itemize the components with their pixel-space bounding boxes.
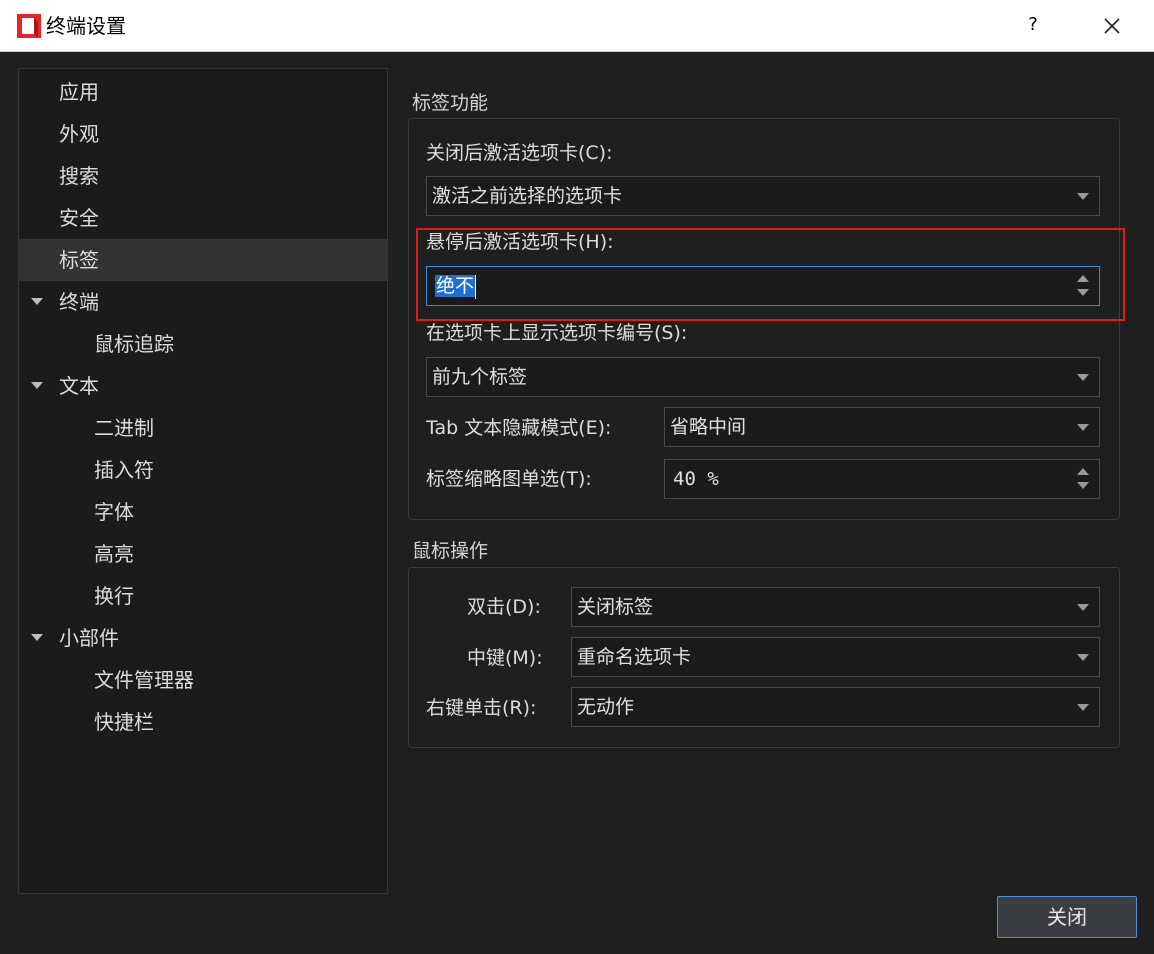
activate-after-close-label: 关闭后激活选项卡(C): (426, 142, 613, 164)
nav-item-wrap[interactable]: 换行 (19, 575, 387, 617)
right-click-label: 右键单击(R): (426, 697, 537, 719)
combo-value: 省略中间 (670, 416, 747, 438)
help-button[interactable]: ? (1018, 10, 1048, 40)
nav-item-quick-bar[interactable]: 快捷栏 (19, 701, 387, 743)
nav-item-label: 文本 (59, 374, 99, 398)
title-bar: 终端设置 ? (0, 0, 1154, 52)
nav-item-mouse-tracking[interactable]: 鼠标追踪 (19, 323, 387, 365)
nav-item-label: 换行 (94, 584, 134, 608)
settings-nav-tree: 应用 外观 搜索 安全 标签 终端 鼠标追踪 文本 二进制 插入符 字体 高亮 … (18, 68, 388, 894)
combo-value: 无动作 (577, 696, 635, 718)
text-elide-mode-label: Tab 文本隐藏模式(E): (426, 417, 612, 439)
nav-item-widgets[interactable]: 小部件 (19, 617, 387, 659)
nav-item-label: 字体 (94, 500, 134, 524)
nav-item-label: 插入符 (94, 458, 154, 482)
nav-item-caret[interactable]: 插入符 (19, 449, 387, 491)
nav-item-security[interactable]: 安全 (19, 197, 387, 239)
window-title: 终端设置 (46, 14, 126, 38)
dropdown-arrow-icon (1077, 424, 1089, 431)
spin-down-icon[interactable] (1077, 482, 1089, 489)
text-elide-mode-combo[interactable]: 省略中间 (664, 407, 1100, 447)
nav-item-label: 高亮 (94, 542, 134, 566)
nav-item-label: 快捷栏 (94, 710, 154, 734)
nav-item-label: 安全 (59, 206, 99, 230)
nav-item-label: 搜索 (59, 164, 99, 188)
combo-value: 前九个标签 (432, 366, 528, 388)
nav-item-binary[interactable]: 二进制 (19, 407, 387, 449)
nav-item-search[interactable]: 搜索 (19, 155, 387, 197)
nav-item-label: 标签 (59, 248, 99, 272)
annotation-highlight-box (416, 228, 1125, 321)
double-click-combo[interactable]: 关闭标签 (571, 587, 1100, 627)
middle-click-label: 中键(M): (467, 647, 543, 669)
activate-after-close-combo[interactable]: 激活之前选择的选项卡 (426, 176, 1100, 216)
right-click-combo[interactable]: 无动作 (571, 687, 1100, 727)
nav-item-text[interactable]: 文本 (19, 365, 387, 407)
double-click-label: 双击(D): (467, 596, 541, 618)
app-icon (17, 14, 41, 38)
dropdown-arrow-icon (1077, 193, 1089, 200)
dropdown-arrow-icon (1077, 704, 1089, 711)
tab-features-title: 标签功能 (412, 92, 489, 114)
nav-item-label: 终端 (59, 290, 99, 314)
nav-item-app[interactable]: 应用 (19, 71, 387, 113)
combo-value: 重命名选项卡 (577, 646, 692, 668)
nav-item-terminal[interactable]: 终端 (19, 281, 387, 323)
nav-item-label: 外观 (59, 122, 99, 146)
spin-up-icon[interactable] (1077, 468, 1089, 475)
show-tab-number-label: 在选项卡上显示选项卡编号(S): (426, 322, 688, 344)
nav-item-label: 二进制 (94, 416, 154, 440)
nav-item-label: 文件管理器 (94, 668, 194, 692)
nav-item-label: 小部件 (59, 626, 119, 650)
spin-value: 40 % (673, 468, 719, 490)
nav-item-file-manager[interactable]: 文件管理器 (19, 659, 387, 701)
mouse-actions-title: 鼠标操作 (412, 540, 489, 562)
nav-item-label: 鼠标追踪 (94, 332, 174, 356)
dropdown-arrow-icon (1077, 374, 1089, 381)
thumbnail-scale-spinbox[interactable]: 40 % (664, 459, 1100, 499)
thumbnail-scale-label: 标签缩略图单选(T): (426, 468, 592, 490)
nav-item-highlight[interactable]: 高亮 (19, 533, 387, 575)
combo-value: 激活之前选择的选项卡 (432, 185, 623, 207)
expand-arrow-icon[interactable] (31, 298, 43, 305)
dropdown-arrow-icon (1077, 604, 1089, 611)
expand-arrow-icon[interactable] (31, 382, 43, 389)
combo-value: 关闭标签 (577, 596, 654, 618)
nav-item-label: 应用 (59, 80, 99, 104)
middle-click-combo[interactable]: 重命名选项卡 (571, 637, 1100, 677)
nav-item-tabs[interactable]: 标签 (19, 239, 387, 281)
close-dialog-button[interactable]: 关闭 (997, 896, 1137, 938)
expand-arrow-icon[interactable] (31, 634, 43, 641)
dropdown-arrow-icon (1077, 654, 1089, 661)
nav-item-font[interactable]: 字体 (19, 491, 387, 533)
nav-item-appearance[interactable]: 外观 (19, 113, 387, 155)
show-tab-number-combo[interactable]: 前九个标签 (426, 357, 1100, 397)
close-icon[interactable] (1094, 8, 1130, 44)
